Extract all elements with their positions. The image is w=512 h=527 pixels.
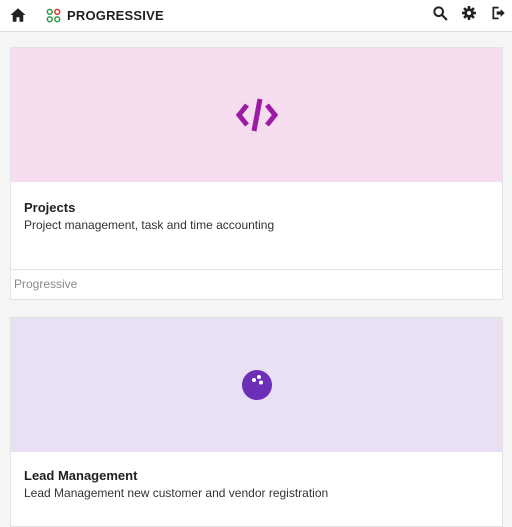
app-card-projects[interactable]: Projects Project management, task and ti… bbox=[10, 47, 503, 300]
card-title[interactable]: Lead Management bbox=[24, 468, 137, 483]
code-icon bbox=[235, 98, 278, 132]
app-logo-icon bbox=[46, 8, 61, 22]
card-hero[interactable] bbox=[11, 318, 502, 452]
card-description: Project management, task and time accoun… bbox=[24, 218, 275, 232]
search-icon[interactable] bbox=[432, 5, 448, 21]
home-icon[interactable] bbox=[9, 6, 27, 24]
card-title[interactable]: Projects bbox=[24, 200, 75, 215]
top-bar: PROGRESSIVE bbox=[0, 0, 512, 32]
bowling-ball-icon bbox=[241, 370, 272, 400]
card-description: Lead Management new customer and vendor … bbox=[24, 486, 329, 500]
app-title: PROGRESSIVE bbox=[67, 7, 164, 23]
top-actions bbox=[419, 5, 506, 21]
card-footer-label: Progressive bbox=[14, 277, 78, 291]
brand[interactable]: PROGRESSIVE bbox=[46, 5, 164, 25]
card-footer: Progressive bbox=[11, 269, 502, 299]
logout-icon[interactable] bbox=[490, 5, 506, 21]
gear-icon[interactable] bbox=[461, 5, 477, 21]
app-card-lead-management[interactable]: Lead Management Lead Management new cust… bbox=[10, 317, 503, 527]
card-hero[interactable] bbox=[11, 48, 502, 182]
